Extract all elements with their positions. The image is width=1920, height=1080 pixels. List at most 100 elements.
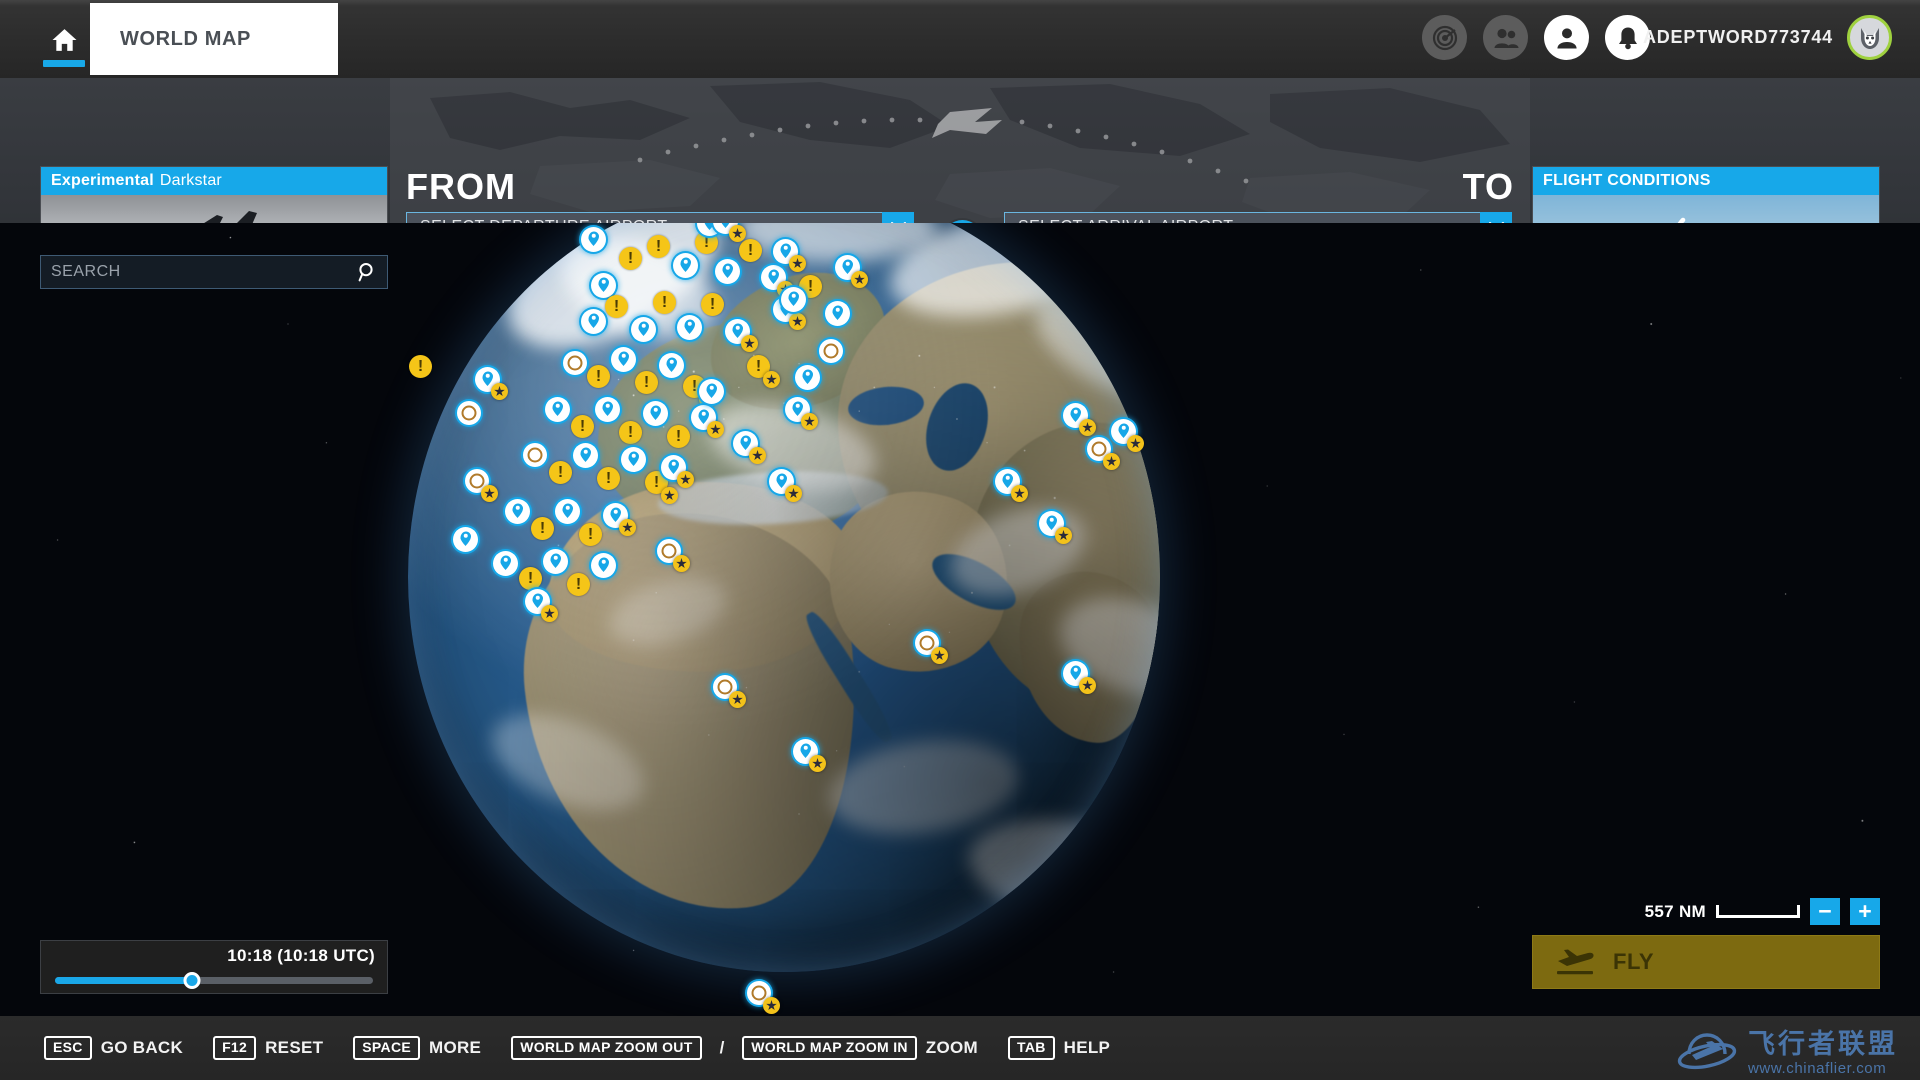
time-slider[interactable] — [55, 972, 373, 989]
bush-trip-marker[interactable] — [739, 239, 762, 262]
map-marker-bush-trip[interactable] — [635, 371, 661, 397]
landing-challenge-marker[interactable] — [563, 351, 587, 375]
map-marker-poi[interactable] — [555, 499, 581, 525]
map-marker-landing-challenge[interactable] — [713, 675, 746, 708]
avatar[interactable] — [1847, 15, 1892, 60]
map-marker-poi[interactable] — [725, 319, 758, 352]
map-marker-poi[interactable] — [505, 499, 531, 525]
landing-challenge-marker[interactable] — [819, 339, 843, 363]
map-marker-bush-trip[interactable] — [619, 247, 645, 273]
poi-pin-marker[interactable] — [699, 379, 724, 404]
map-marker-poi[interactable] — [793, 739, 826, 772]
arrival-airport-select[interactable]: SELECT ARRIVAL AIRPORT — [1004, 212, 1512, 223]
poi-pin-marker[interactable] — [631, 317, 656, 342]
map-marker-poi[interactable] — [631, 317, 657, 343]
poi-pin-marker[interactable] — [453, 527, 478, 552]
home-button[interactable] — [42, 18, 86, 70]
map-marker-poi[interactable] — [643, 401, 669, 427]
poi-pin-marker[interactable] — [543, 549, 568, 574]
map-marker-poi[interactable] — [785, 397, 818, 430]
bush-trip-marker[interactable] — [587, 365, 610, 388]
chevron-down-icon[interactable] — [1480, 212, 1512, 223]
map-marker-poi[interactable] — [581, 309, 607, 335]
poi-pin-marker[interactable] — [581, 227, 606, 252]
map-marker-poi[interactable] — [1039, 511, 1072, 544]
map-marker-poi[interactable] — [621, 447, 647, 473]
map-marker-landing-challenge[interactable] — [915, 631, 948, 664]
globe-map[interactable] — [408, 182, 1160, 1014]
bush-trip-marker[interactable] — [519, 567, 542, 590]
map-marker-poi[interactable] — [733, 431, 766, 464]
map-marker-landing-challenge[interactable] — [657, 539, 690, 572]
map-marker-poi[interactable] — [581, 227, 607, 253]
poi-pin-marker[interactable] — [643, 401, 668, 426]
bush-trip-marker[interactable] — [653, 291, 676, 314]
map-marker-bush-trip[interactable] — [531, 517, 557, 543]
poi-pin-marker[interactable] — [555, 499, 580, 524]
map-marker-poi[interactable] — [773, 239, 806, 272]
map-marker-poi[interactable] — [573, 443, 599, 469]
poi-pin-marker[interactable] — [505, 499, 530, 524]
map-marker-poi[interactable] — [1063, 403, 1096, 436]
poi-pin-marker[interactable] — [781, 287, 806, 312]
map-marker-bush-trip[interactable] — [579, 523, 605, 549]
map-marker-poi[interactable] — [611, 347, 637, 373]
map-marker-bush-trip[interactable] — [747, 355, 780, 388]
friends-icon[interactable] — [1483, 15, 1528, 60]
flight-conditions-card[interactable]: FLIGHT CONDITIONS — [1532, 166, 1880, 223]
map-marker-poi[interactable] — [543, 549, 569, 575]
map-marker-landing-challenge[interactable] — [457, 401, 483, 427]
map-marker-bush-trip[interactable] — [549, 461, 575, 487]
map-marker-poi[interactable] — [995, 469, 1028, 502]
map-marker-poi[interactable] — [525, 589, 558, 622]
poi-pin-marker[interactable] — [493, 551, 518, 576]
fly-button[interactable]: FLY — [1532, 935, 1880, 989]
map-marker-landing-challenge[interactable] — [819, 339, 845, 365]
radar-icon[interactable] — [1422, 15, 1467, 60]
poi-pin-marker[interactable] — [715, 259, 740, 284]
landing-challenge-marker[interactable] — [457, 401, 481, 425]
bush-trip-marker[interactable] — [597, 467, 620, 490]
map-marker-poi[interactable] — [661, 455, 694, 488]
map-marker-poi[interactable] — [677, 315, 703, 341]
map-marker-poi[interactable] — [795, 365, 821, 391]
map-marker-poi[interactable] — [595, 397, 621, 423]
map-marker-poi[interactable] — [769, 469, 802, 502]
zoom-out-button[interactable]: − — [1810, 898, 1840, 925]
map-marker-poi[interactable] — [659, 353, 685, 379]
map-marker-landing-challenge[interactable] — [747, 981, 780, 1014]
map-marker-poi[interactable] — [493, 551, 519, 577]
bush-trip-marker[interactable] — [635, 371, 658, 394]
landing-challenge-marker[interactable] — [523, 443, 547, 467]
bush-trip-marker[interactable] — [619, 247, 642, 270]
map-marker-bush-trip[interactable] — [653, 291, 679, 317]
bush-trip-marker[interactable] — [667, 425, 690, 448]
map-marker-poi[interactable] — [691, 405, 724, 438]
poi-pin-marker[interactable] — [611, 347, 636, 372]
zoom-in-button[interactable]: + — [1850, 898, 1880, 925]
poi-pin-marker[interactable] — [581, 309, 606, 334]
bush-trip-marker[interactable] — [619, 421, 642, 444]
poi-pin-marker[interactable] — [795, 365, 820, 390]
bush-trip-marker[interactable] — [647, 235, 670, 258]
time-slider-handle[interactable] — [183, 972, 201, 989]
poi-pin-marker[interactable] — [573, 443, 598, 468]
map-marker-bush-trip[interactable] — [739, 239, 765, 265]
tab-world-map[interactable]: WORLD MAP — [90, 3, 338, 75]
bush-trip-marker[interactable] — [579, 523, 602, 546]
poi-pin-marker[interactable] — [595, 397, 620, 422]
map-marker-poi[interactable] — [545, 397, 571, 423]
map-marker-poi[interactable] — [715, 259, 741, 285]
poi-pin-marker[interactable] — [677, 315, 702, 340]
map-marker-bush-trip[interactable] — [647, 235, 673, 261]
map-marker-landing-challenge[interactable] — [523, 443, 549, 469]
search-icon[interactable] — [358, 262, 377, 282]
map-marker-landing-challenge[interactable] — [1087, 437, 1120, 470]
map-marker-poi[interactable] — [1063, 661, 1096, 694]
map-marker-landing-challenge[interactable] — [465, 469, 498, 502]
map-marker-poi[interactable] — [781, 287, 807, 313]
map-marker-bush-trip[interactable] — [571, 415, 597, 441]
map-marker-bush-trip[interactable] — [619, 421, 645, 447]
bush-trip-marker[interactable] — [409, 355, 432, 378]
poi-pin-marker[interactable] — [659, 353, 684, 378]
